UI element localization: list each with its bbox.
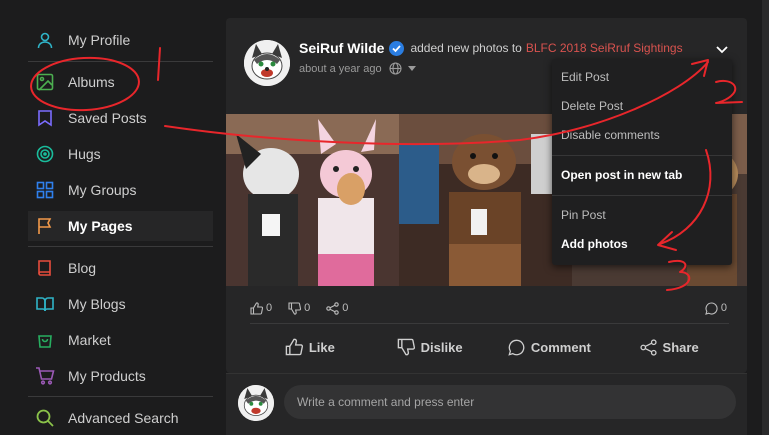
share-icon xyxy=(639,338,657,356)
post-actions: Like Dislike Comment Share xyxy=(250,334,729,360)
like-button[interactable]: Like xyxy=(250,334,370,360)
sidebar-item-label: Blog xyxy=(68,260,97,276)
like-count[interactable]: 0 xyxy=(250,301,272,315)
privacy-dropdown-icon[interactable] xyxy=(407,66,416,71)
menu-item-pin-post[interactable]: Pin Post xyxy=(561,208,606,222)
comment-input[interactable] xyxy=(284,385,736,419)
user-icon xyxy=(35,30,55,50)
menu-item-add-photos[interactable]: Add photos xyxy=(561,237,628,251)
chevron-down-icon[interactable] xyxy=(715,42,729,56)
comment-bar xyxy=(226,373,747,435)
dislike-count[interactable]: 0 xyxy=(288,301,310,315)
author-name[interactable]: SeiRuf Wilde xyxy=(299,40,384,56)
sidebar-divider xyxy=(28,396,213,397)
post-options-menu: Edit Post Delete Post Disable comments O… xyxy=(552,59,732,265)
right-panel-edge xyxy=(762,0,769,435)
thumbs-up-icon xyxy=(285,338,303,356)
menu-item-disable-comments[interactable]: Disable comments xyxy=(561,128,660,142)
thumbs-down-icon xyxy=(288,301,302,315)
post-stats: 0 0 0 0 xyxy=(250,300,727,316)
sidebar-divider xyxy=(28,246,213,247)
sidebar-item-market[interactable]: Market xyxy=(28,325,213,355)
sidebar-item-albums[interactable]: Albums xyxy=(28,67,213,97)
gallery-photo[interactable] xyxy=(226,114,399,286)
post-header: SeiRuf Wilde added new photos to BLFC 20… xyxy=(299,40,683,56)
menu-item-open-new-tab[interactable]: Open post in new tab xyxy=(561,168,682,182)
image-icon xyxy=(35,72,55,92)
sidebar-item-label: My Blogs xyxy=(68,296,126,312)
open-book-icon xyxy=(35,294,55,314)
sidebar-item-my-blogs[interactable]: My Blogs xyxy=(28,289,213,319)
post-timestamp[interactable]: about a year ago xyxy=(299,63,382,75)
comment-bubble-icon xyxy=(508,339,525,356)
sidebar-item-label: My Groups xyxy=(68,182,137,198)
sidebar-divider xyxy=(28,61,213,62)
target-icon xyxy=(35,144,55,164)
share-button[interactable]: Share xyxy=(609,334,729,360)
post-meta: about a year ago xyxy=(299,62,416,75)
bag-icon xyxy=(35,330,55,350)
book-icon xyxy=(35,258,55,278)
menu-item-edit-post[interactable]: Edit Post xyxy=(561,70,609,84)
sidebar-item-my-profile[interactable]: My Profile xyxy=(28,25,213,55)
sidebar-item-advanced-search[interactable]: Advanced Search xyxy=(28,403,213,433)
sidebar-item-label: My Products xyxy=(68,368,146,384)
sidebar-item-label: Albums xyxy=(68,74,115,90)
post-action-text: added new photos to xyxy=(410,41,522,55)
menu-divider xyxy=(552,155,732,156)
sidebar-item-label: Saved Posts xyxy=(68,110,147,126)
sidebar-item-my-products[interactable]: My Products xyxy=(28,361,213,391)
flag-icon xyxy=(35,216,55,236)
sidebar-item-label: My Pages xyxy=(68,218,133,234)
menu-divider xyxy=(552,195,732,196)
sidebar-item-hugs[interactable]: Hugs xyxy=(28,139,213,169)
sidebar-item-blog[interactable]: Blog xyxy=(28,253,213,283)
album-link[interactable]: BLFC 2018 SeiRruf Sightings xyxy=(526,41,683,55)
grid-icon xyxy=(35,180,55,200)
dislike-button[interactable]: Dislike xyxy=(370,334,490,360)
comment-button[interactable]: Comment xyxy=(490,334,610,360)
thumbs-down-icon xyxy=(397,338,415,356)
post-divider xyxy=(250,323,729,324)
current-user-avatar[interactable] xyxy=(238,385,274,421)
globe-icon xyxy=(389,62,402,75)
share-count[interactable]: 0 xyxy=(326,301,348,315)
sidebar-item-label: Hugs xyxy=(68,146,101,162)
author-avatar[interactable] xyxy=(244,40,290,86)
comment-bubble-icon xyxy=(705,301,718,315)
sidebar-item-label: Market xyxy=(68,332,111,348)
gallery-photo[interactable] xyxy=(399,114,572,286)
verified-badge-icon xyxy=(389,40,405,56)
sidebar-item-my-groups[interactable]: My Groups xyxy=(28,175,213,205)
sidebar-item-label: My Profile xyxy=(68,32,131,48)
comment-count[interactable]: 0 xyxy=(705,301,727,315)
left-sidebar: My Profile Albums Saved Posts Hugs My Gr… xyxy=(0,0,215,435)
sidebar-item-my-pages[interactable]: My Pages xyxy=(28,211,213,241)
bookmark-icon xyxy=(35,108,55,128)
sidebar-item-saved-posts[interactable]: Saved Posts xyxy=(28,103,213,133)
sidebar-item-label: Advanced Search xyxy=(68,410,179,426)
share-icon xyxy=(326,301,340,315)
search-icon xyxy=(35,408,55,428)
cart-icon xyxy=(35,366,55,386)
thumbs-up-icon xyxy=(250,301,263,315)
menu-item-delete-post[interactable]: Delete Post xyxy=(561,99,623,113)
